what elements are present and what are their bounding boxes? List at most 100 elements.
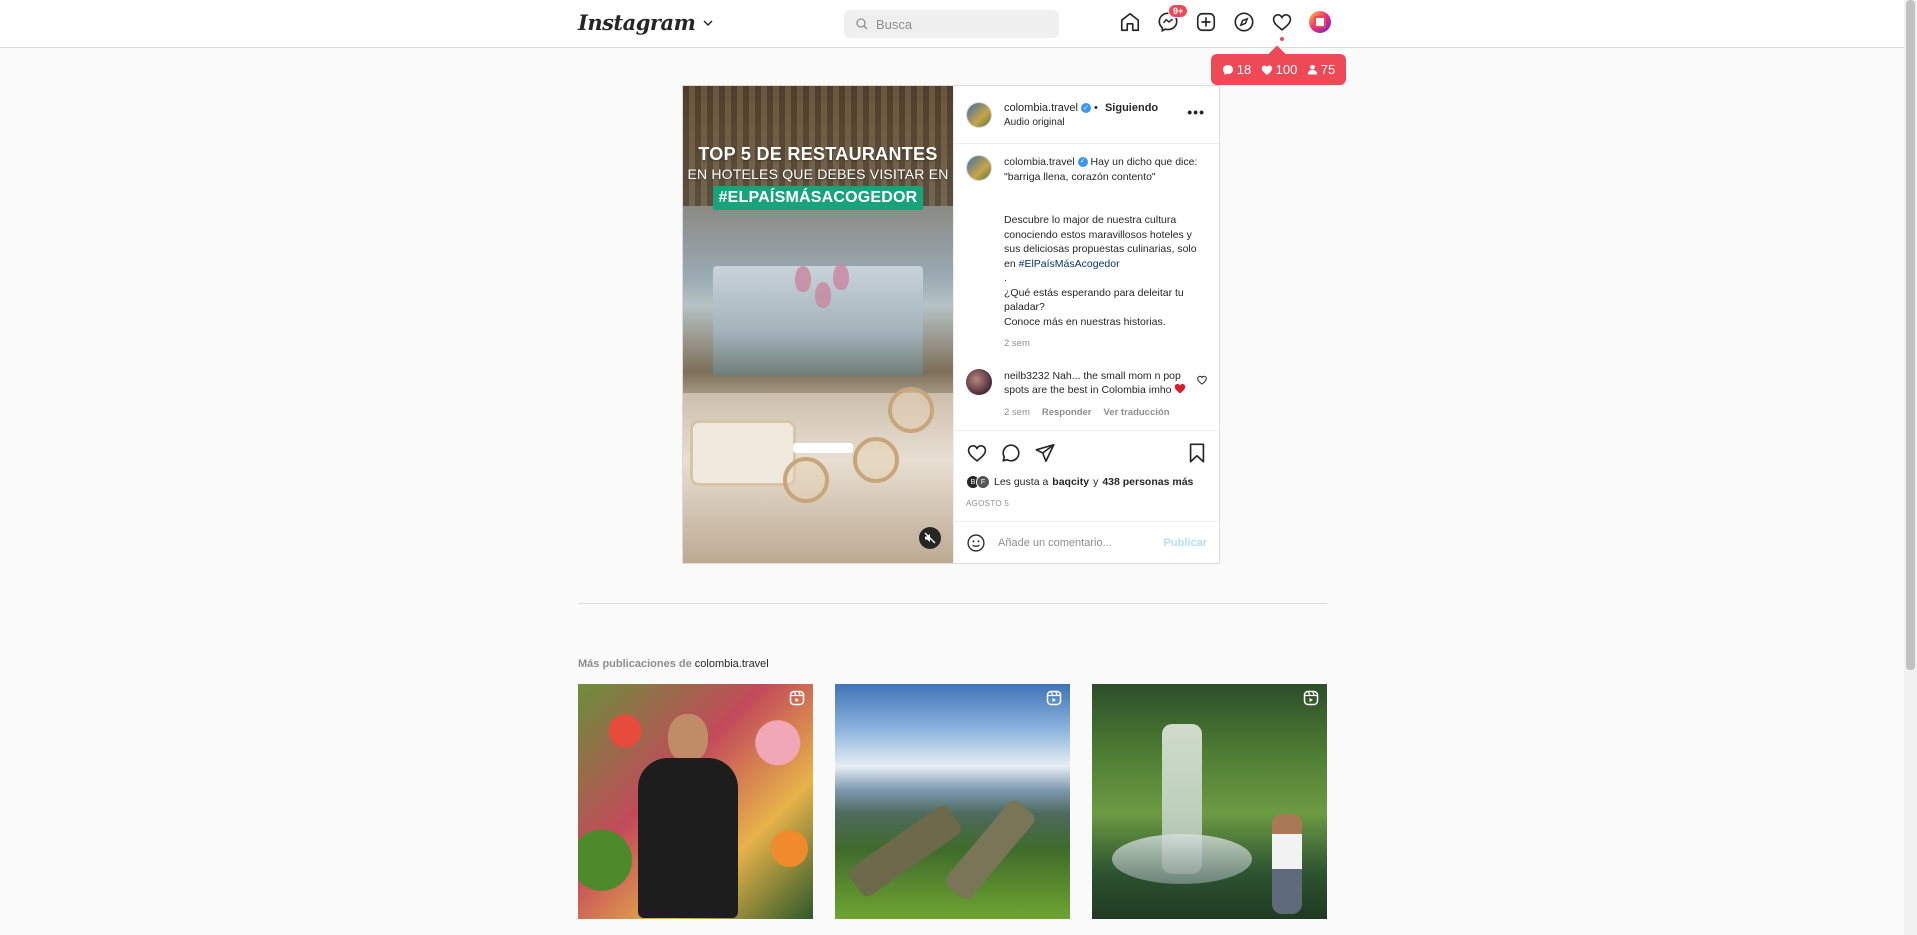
notif-likes-count: 100: [1275, 62, 1298, 77]
audio-label[interactable]: Audio original: [1004, 117, 1158, 128]
caption-author-username[interactable]: colombia.travel: [1004, 155, 1075, 170]
verified-icon: ✓: [1080, 102, 1091, 113]
post-author-username[interactable]: colombia.travel: [1004, 102, 1078, 114]
explore-icon[interactable]: [1232, 10, 1256, 34]
caption-line-3: ¿Qué estás esperando para deleitar tu pa…: [1004, 286, 1184, 314]
logo[interactable]: Instagram: [578, 10, 713, 35]
more-posts-username[interactable]: colombia.travel: [695, 658, 769, 670]
caption-author[interactable]: colombia.travel ✓: [1004, 155, 1088, 170]
media-subtitle: EN HOTELES QUE DEBES VISITAR EN: [687, 166, 949, 182]
post-media-video[interactable]: TOP 5 DE RESTAURANTES EN HOTELES QUE DEB…: [683, 86, 953, 563]
following-button[interactable]: Siguiendo: [1105, 102, 1158, 114]
save-bookmark-icon[interactable]: [1187, 442, 1207, 464]
publish-button[interactable]: Publicar: [1164, 537, 1207, 549]
page-scrollbar[interactable]: [1904, 0, 1917, 935]
avatar[interactable]: [966, 101, 992, 128]
thumb-hiker: [1272, 814, 1302, 914]
liker-username[interactable]: baqcity: [1052, 476, 1089, 488]
caption-line-4: Conoce más en nuestras historias.: [1004, 315, 1166, 328]
muted-speaker-icon: [924, 532, 936, 544]
share-paper-plane-icon[interactable]: [1034, 442, 1056, 464]
media-chair: [783, 457, 829, 503]
comment-icon: [1222, 64, 1233, 75]
activity-notification-bubble[interactable]: 18 100 75: [1211, 54, 1346, 85]
post-side-panel: colombia.travel ✓ • Siguiendo Audio orig…: [953, 86, 1219, 563]
notif-likes: 100: [1261, 62, 1298, 77]
avatar[interactable]: [966, 155, 992, 181]
post-thumbnail[interactable]: [1092, 684, 1327, 919]
reel-icon: [1046, 690, 1062, 706]
post-author[interactable]: colombia.travel ✓: [1004, 102, 1091, 114]
likes-summary: B F Les gusta a baqcity y 438 personas m…: [966, 475, 1207, 489]
notif-followers-count: 75: [1320, 62, 1336, 77]
post-card: TOP 5 DE RESTAURANTES EN HOTELES QUE DEB…: [682, 85, 1220, 564]
more-posts-prefix: Más publicaciones de: [578, 658, 692, 670]
person-icon: [1307, 64, 1317, 75]
liker-avatar[interactable]: F: [976, 475, 990, 489]
chevron-down-icon[interactable]: [703, 18, 713, 28]
scrollbar-thumb[interactable]: [1906, 0, 1915, 670]
messenger-icon[interactable]: 9+: [1156, 4, 1189, 34]
add-comment-bar: Publicar: [954, 521, 1219, 563]
red-heart-emoji-icon: [1175, 384, 1186, 394]
caption-time[interactable]: 2 sem: [1004, 337, 1030, 352]
emoji-icon[interactable]: [966, 533, 986, 553]
caption-hashtag-link[interactable]: #ElPaísMásAcogedor: [1019, 258, 1120, 270]
profile-avatar-icon[interactable]: [1308, 10, 1332, 34]
avatar: [1309, 11, 1331, 33]
media-hashtag: #ELPAÍSMÁSACOGEDOR: [712, 186, 924, 210]
media-lamp: [815, 282, 831, 308]
instagram-logo[interactable]: Instagram: [578, 10, 696, 35]
caption-body: colombia.travel ✓ Hay un dicho que dice:…: [1004, 155, 1207, 352]
post-thumbnail[interactable]: [578, 684, 813, 919]
heart-icon: [1261, 65, 1272, 75]
action-icons: [966, 439, 1207, 467]
comment-author[interactable]: neilb3232: [1004, 370, 1050, 382]
activity-heart-icon[interactable]: [1270, 10, 1294, 41]
thumb-person: [638, 714, 738, 919]
post-thumbnail[interactable]: [835, 684, 1070, 919]
likes-others-link[interactable]: 438 personas más: [1102, 476, 1193, 488]
likes-prefix: Les gusta a: [994, 476, 1049, 488]
mute-button[interactable]: [919, 527, 941, 549]
more-posts-heading: Más publicaciones de colombia.travel: [578, 658, 769, 670]
search-bar[interactable]: [844, 10, 1059, 38]
caption-row: colombia.travel ✓ Hay un dicho que dice:…: [966, 155, 1207, 352]
comment-meta: 2 sem Responder Ver traducción: [1004, 406, 1189, 421]
media-lamp: [795, 266, 811, 292]
media-chair: [853, 437, 899, 483]
comment-body: neilb3232 Nah... the small mom n pop spo…: [1004, 369, 1207, 421]
post-date[interactable]: AGOSTO 5: [966, 499, 1207, 508]
see-translation-button[interactable]: Ver traducción: [1104, 406, 1170, 421]
comment-time[interactable]: 2 sem: [1004, 406, 1030, 421]
top-navigation: Instagram 9+: [0, 0, 1904, 48]
separator-dot: •: [1094, 101, 1098, 114]
like-heart-icon[interactable]: [966, 442, 988, 464]
more-options-icon[interactable]: •••: [1187, 104, 1205, 120]
media-overlay-text: TOP 5 DE RESTAURANTES EN HOTELES QUE DEB…: [683, 144, 953, 210]
reel-icon: [789, 690, 805, 706]
verified-icon: ✓: [1077, 157, 1088, 168]
comment-like-heart-icon[interactable]: [1197, 375, 1207, 385]
caption-meta: 2 sem: [1004, 337, 1207, 352]
media-sofa: [693, 423, 793, 483]
caption-dot: .: [1004, 272, 1007, 284]
media-lamp: [833, 264, 849, 290]
media-title: TOP 5 DE RESTAURANTES: [698, 144, 938, 164]
search-input[interactable]: [876, 16, 1046, 32]
reel-icon: [1303, 690, 1319, 706]
new-post-icon[interactable]: [1194, 10, 1218, 34]
messages-badge: 9+: [1168, 4, 1189, 18]
media-chair: [888, 387, 934, 433]
home-icon[interactable]: [1118, 10, 1142, 34]
comment-row: neilb3232 Nah... the small mom n pop spo…: [966, 368, 1207, 421]
reply-button[interactable]: Responder: [1042, 406, 1092, 421]
post-actions: B F Les gusta a baqcity y 438 personas m…: [954, 430, 1219, 508]
comments-section[interactable]: colombia.travel ✓ Hay un dicho que dice:…: [954, 145, 1219, 430]
comment-icon[interactable]: [1000, 442, 1022, 464]
activity-dot: [1280, 37, 1284, 41]
post-header-text: colombia.travel ✓ • Siguiendo Audio orig…: [1004, 102, 1158, 128]
avatar[interactable]: [966, 368, 992, 395]
thumb-pool: [1112, 834, 1252, 884]
comment-input[interactable]: [998, 536, 1152, 549]
